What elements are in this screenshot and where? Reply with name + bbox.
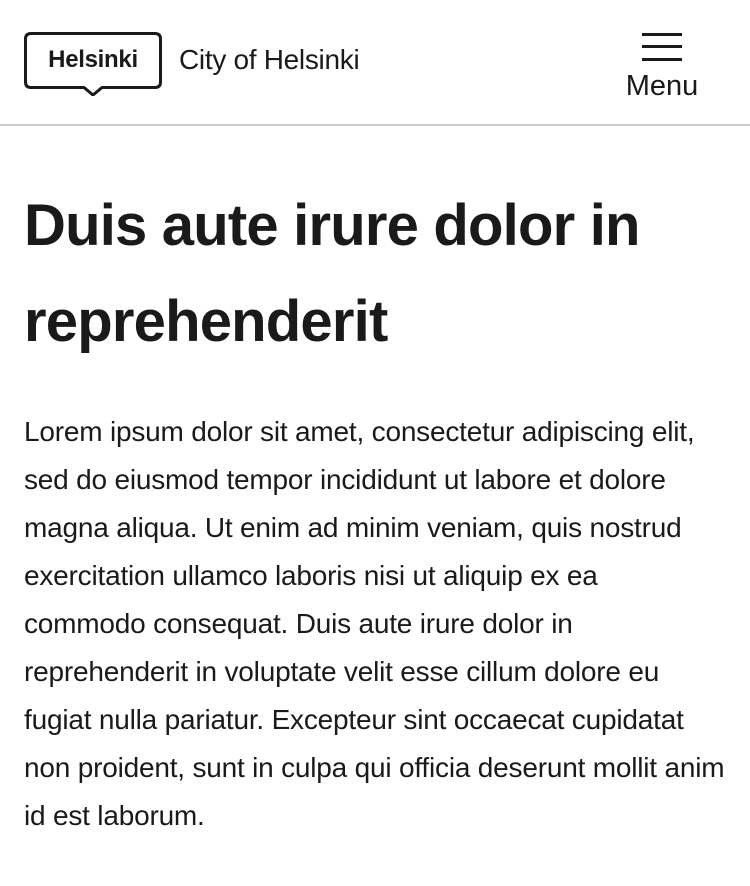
main-content: Duis aute irure dolor in reprehenderit L… (0, 178, 750, 840)
page-title: Duis aute irure dolor in reprehenderit (24, 193, 640, 354)
helsinki-logo: Helsinki (24, 32, 162, 96)
home-link[interactable]: Helsinki (24, 32, 162, 96)
hamburger-icon (642, 32, 682, 62)
site-name: City of Helsinki (179, 44, 360, 75)
menu-label: Menu (625, 70, 699, 102)
logo-text: Helsinki (48, 46, 138, 73)
lead-paragraph: Lorem ipsum dolor sit amet, consectetur … (24, 416, 725, 831)
menu-button[interactable]: Menu (622, 32, 702, 103)
site-header: Helsinki City of Helsinki Menu (0, 0, 750, 126)
